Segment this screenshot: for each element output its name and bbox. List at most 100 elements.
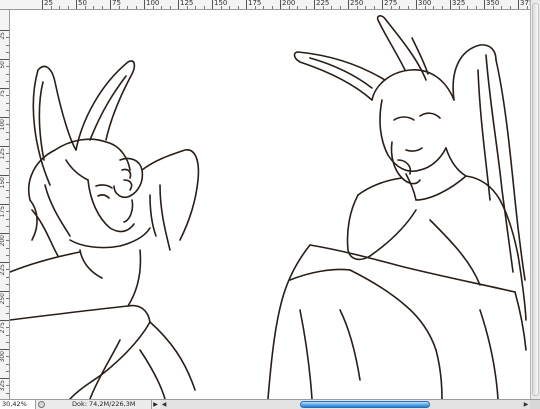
ruler-minor-tick	[356, 6, 358, 9]
ruler-minor-tick	[67, 6, 69, 9]
ruler-minor-tick	[6, 102, 9, 104]
left-figure	[10, 60, 200, 399]
ruler-major-tick	[348, 0, 349, 9]
ruler-major-tick	[212, 0, 213, 9]
ruler-tick-label: 75	[112, 0, 121, 7]
ruler-major-tick	[518, 0, 519, 9]
ruler-minor-tick	[322, 6, 324, 9]
ruler-major-tick	[0, 349, 9, 350]
ruler-major-tick	[0, 175, 9, 176]
ruler-minor-tick	[186, 6, 188, 9]
ruler-major-tick	[0, 146, 9, 147]
ruler-tick-label: 25	[0, 32, 6, 40]
ruler-minor-tick	[509, 6, 511, 9]
ruler-minor-tick	[6, 167, 9, 169]
ruler-minor-tick	[288, 6, 290, 9]
ruler-minor-tick	[501, 6, 502, 9]
ruler-minor-tick	[399, 6, 400, 9]
ruler-minor-tick	[161, 6, 162, 9]
ruler-minor-tick	[6, 327, 9, 329]
ruler-minor-tick	[6, 160, 9, 162]
ruler-major-tick	[0, 378, 9, 379]
ruler-minor-tick	[407, 6, 409, 9]
ruler-minor-tick	[195, 6, 196, 9]
status-menu-arrow-icon[interactable]: ▶	[151, 400, 159, 409]
ruler-minor-tick	[6, 37, 9, 39]
ruler-minor-tick	[390, 6, 392, 9]
ruler-minor-tick	[6, 247, 9, 249]
ruler-minor-tick	[6, 124, 9, 126]
ruler-minor-tick	[263, 6, 264, 9]
ruler-minor-tick	[6, 80, 9, 82]
ruler-minor-tick	[6, 51, 9, 53]
status-info-icon[interactable]	[38, 401, 45, 408]
ruler-minor-tick	[6, 385, 9, 387]
ruler-minor-tick	[254, 6, 256, 9]
vertical-scroll-thumb[interactable]	[532, 3, 539, 396]
right-figure	[267, 15, 527, 399]
ruler-minor-tick	[373, 6, 375, 9]
ruler-major-tick	[416, 0, 417, 9]
ruler-minor-tick	[467, 6, 468, 9]
ruler-major-tick	[178, 0, 179, 9]
ruler-major-tick	[42, 0, 43, 9]
ruler-minor-tick	[237, 6, 239, 9]
resize-corner[interactable]	[530, 400, 540, 409]
ruler-minor-tick	[127, 6, 128, 9]
ruler-minor-tick	[271, 6, 273, 9]
ruler-minor-tick	[6, 131, 9, 133]
ruler-major-tick	[314, 0, 315, 9]
ruler-minor-tick	[6, 73, 9, 75]
ruler-minor-tick	[203, 6, 205, 9]
ruler-minor-tick	[169, 6, 171, 9]
ruler-minor-tick	[297, 6, 298, 9]
scroll-left-icon[interactable]: ◀	[160, 400, 168, 409]
ruler-minor-tick	[6, 196, 9, 198]
ruler-tick-label: 75	[0, 90, 6, 98]
ruler-minor-tick	[6, 298, 9, 300]
ruler-minor-tick	[50, 6, 52, 9]
horizontal-scrollbar[interactable]: ◀ ▶	[160, 400, 530, 409]
ruler-minor-tick	[331, 6, 332, 9]
ruler-minor-tick	[59, 6, 60, 9]
ruler-major-tick	[382, 0, 383, 9]
ruler-minor-tick	[118, 6, 120, 9]
left-ruler[interactable]: 25 50 75 100 125 150 175 200 225 250 275 300 325	[0, 10, 10, 399]
document-canvas[interactable]	[10, 10, 530, 399]
ruler-minor-tick	[433, 6, 434, 9]
ruler-minor-tick	[6, 189, 9, 191]
ruler-minor-tick	[6, 182, 9, 184]
ruler-minor-tick	[441, 6, 443, 9]
ruler-major-tick	[0, 204, 9, 205]
ruler-major-tick	[0, 233, 9, 234]
ruler-minor-tick	[6, 254, 9, 256]
ruler-minor-tick	[6, 225, 9, 227]
ruler-minor-tick	[6, 153, 9, 155]
ruler-minor-tick	[6, 269, 9, 271]
ruler-minor-tick	[365, 6, 366, 9]
ruler-minor-tick	[6, 276, 9, 278]
ruler-minor-tick	[6, 334, 9, 336]
zoom-level-field[interactable]: 30,42%	[0, 400, 36, 409]
ruler-major-tick	[0, 291, 9, 292]
ruler-minor-tick	[6, 341, 9, 343]
ruler-minor-tick	[305, 6, 307, 9]
ruler-minor-tick	[6, 305, 9, 307]
ruler-minor-tick	[135, 6, 137, 9]
ruler-minor-tick	[6, 370, 9, 372]
ruler-minor-tick	[6, 356, 9, 358]
ruler-minor-tick	[84, 6, 86, 9]
horizontal-scroll-thumb[interactable]	[300, 401, 430, 408]
ruler-minor-tick	[6, 95, 9, 97]
ruler-minor-tick	[6, 218, 9, 220]
ruler-minor-tick	[6, 211, 9, 213]
scroll-right-icon[interactable]: ▶	[522, 400, 530, 409]
ruler-major-tick	[246, 0, 247, 9]
top-ruler[interactable]: 25 50 75 100 125 150 175 200 225 250 275 300 325 350 3…	[0, 0, 540, 10]
vertical-scrollbar[interactable]	[530, 0, 540, 399]
ruler-minor-tick	[458, 6, 460, 9]
ruler-major-tick	[450, 0, 451, 9]
ruler-major-tick	[0, 320, 9, 321]
ruler-minor-tick	[101, 6, 103, 9]
ruler-minor-tick	[6, 392, 9, 394]
